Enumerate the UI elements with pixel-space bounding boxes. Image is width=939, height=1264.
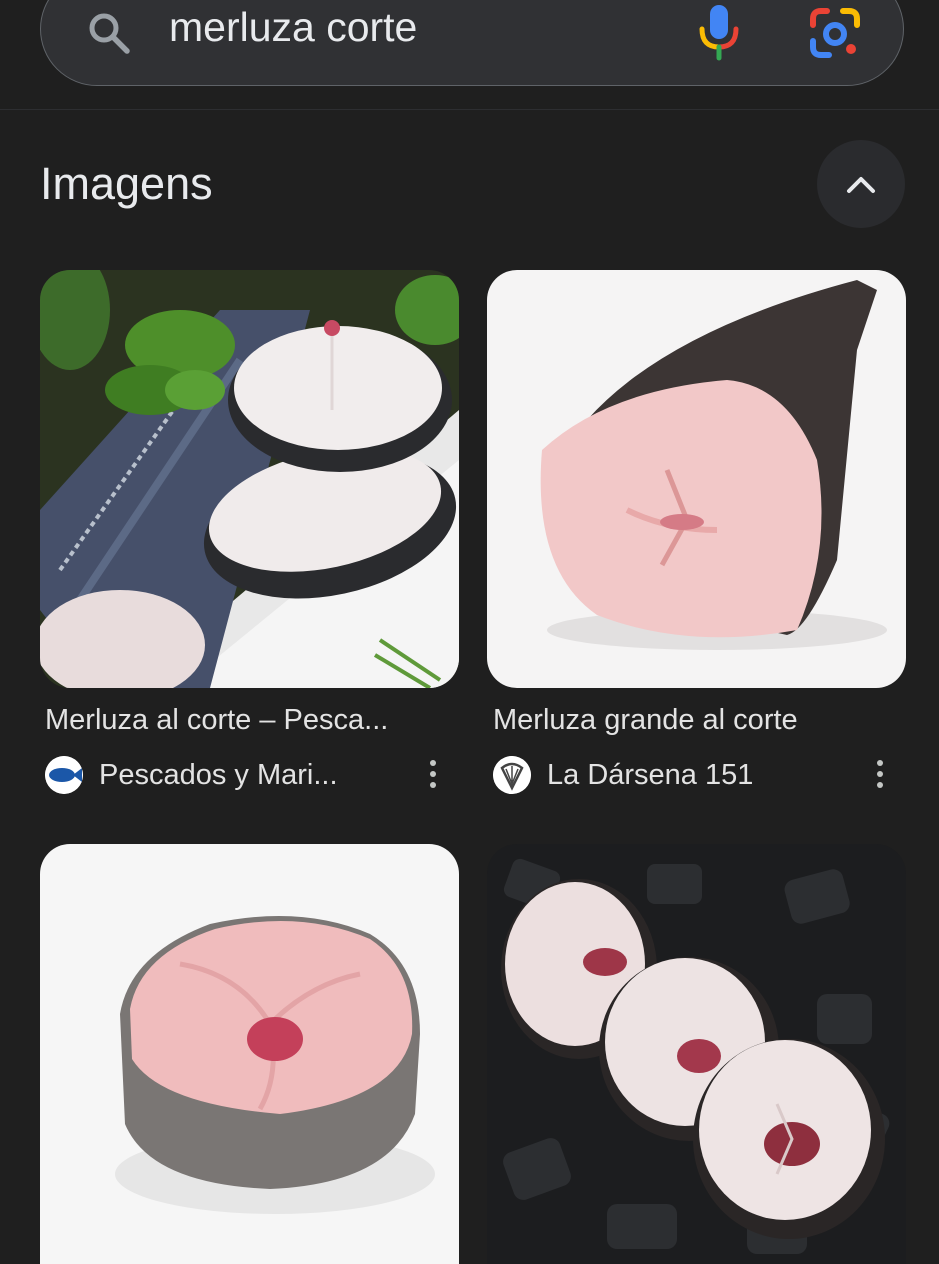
result-image-2[interactable] xyxy=(487,270,906,688)
result-image-4[interactable] xyxy=(487,844,906,1264)
result-source-2[interactable]: La Dársena 151 xyxy=(493,756,753,794)
search-input[interactable]: merluza corte xyxy=(169,4,417,51)
fish-icon xyxy=(45,756,83,794)
result-source-1[interactable]: Pescados y Mari... xyxy=(45,756,338,794)
result-image-1[interactable] xyxy=(40,270,459,688)
chevron-up-icon xyxy=(847,177,875,193)
more-vert-icon[interactable] xyxy=(419,752,447,796)
search-bar[interactable]: merluza corte xyxy=(40,0,904,86)
result-title-1[interactable]: Merluza al corte – Pesca... xyxy=(45,704,388,737)
result-source-label-1: Pescados y Mari... xyxy=(99,758,338,791)
more-vert-icon[interactable] xyxy=(866,752,894,796)
section-title: Imagens xyxy=(40,158,213,209)
header-divider xyxy=(0,109,939,110)
result-title-2[interactable]: Merluza grande al corte xyxy=(493,704,798,737)
result-source-label-2: La Dársena 151 xyxy=(547,758,754,791)
shell-icon xyxy=(493,756,531,794)
lens-icon[interactable] xyxy=(809,7,861,59)
search-icon[interactable] xyxy=(85,9,133,57)
result-image-3[interactable] xyxy=(40,844,459,1264)
collapse-button[interactable] xyxy=(817,140,905,228)
mic-icon[interactable] xyxy=(697,3,741,61)
